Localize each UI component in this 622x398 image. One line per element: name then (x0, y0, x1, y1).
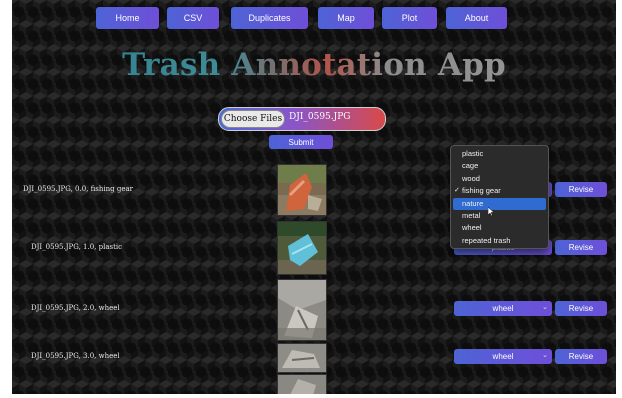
file-upload-field: Choose Files DJI_0595.JPG (218, 107, 386, 131)
nav-about-button[interactable]: About (446, 7, 507, 29)
trash-thumbnail-image (277, 343, 327, 373)
nav-map-button[interactable]: Map (318, 7, 374, 29)
page-title: Trash Annotation App (12, 47, 616, 83)
selected-file-name: DJI_0595.JPG (289, 112, 351, 122)
thumbnail-wheel (278, 375, 326, 394)
nav-duplicates-button[interactable]: Duplicates (231, 7, 308, 29)
dropdown-option[interactable]: plastic (451, 148, 548, 160)
label-select[interactable]: wheel ⌄ (454, 349, 552, 364)
row-label: DJI_0595.JPG, 1.0, plastic (31, 243, 123, 251)
nav-plot-button[interactable]: Plot (382, 7, 437, 29)
dropdown-option[interactable]: wheel (451, 222, 548, 234)
dropdown-option[interactable]: wood (451, 173, 548, 185)
revise-button[interactable]: Revise (555, 240, 607, 255)
revise-button[interactable]: Revise (555, 182, 607, 197)
revise-button[interactable]: Revise (555, 301, 607, 316)
dropdown-option[interactable]: repeated trash (451, 235, 548, 247)
dropdown-option-highlighted[interactable]: nature (453, 197, 546, 210)
label-select-value: wheel (492, 352, 514, 361)
thumbnail-wheel (278, 344, 326, 372)
trash-thumbnail-image (277, 221, 327, 275)
mouse-cursor-icon (488, 207, 494, 216)
dropdown-option[interactable]: cage (451, 160, 548, 172)
dropdown-option[interactable]: metal (451, 210, 548, 222)
thumbnail-fishing-gear (278, 165, 326, 215)
trash-thumbnail-image (277, 279, 327, 341)
row-label: DJI_0595.JPG, 0.0, fishing gear (23, 185, 133, 193)
label-select-value: wheel (492, 304, 514, 313)
dropdown-option-checked[interactable]: fishing gear (451, 185, 548, 198)
chevron-down-icon: ⌄ (542, 352, 548, 359)
chevron-down-icon: ⌄ (542, 304, 548, 311)
label-dropdown-menu: plastic cage wood fishing gear nature me… (450, 145, 549, 249)
top-nav: Home CSV Duplicates Map Plot About (12, 7, 616, 29)
choose-files-button[interactable]: Choose Files (221, 110, 285, 128)
trash-thumbnail-image (277, 374, 327, 394)
thumbnail-plastic (278, 222, 326, 274)
label-select[interactable]: wheel ⌄ (454, 301, 552, 316)
revise-button[interactable]: Revise (555, 349, 607, 364)
app-window: Home CSV Duplicates Map Plot About Trash… (12, 0, 616, 394)
thumbnail-wheel (278, 280, 326, 340)
trash-thumbnail-image (277, 164, 327, 216)
row-label: DJI_0595.JPG, 2.0, wheel (31, 304, 120, 312)
nav-csv-button[interactable]: CSV (167, 7, 219, 29)
row-label: DJI_0595.JPG, 3.0, wheel (31, 352, 120, 360)
nav-home-button[interactable]: Home (96, 7, 159, 29)
submit-button[interactable]: Submit (269, 135, 333, 149)
